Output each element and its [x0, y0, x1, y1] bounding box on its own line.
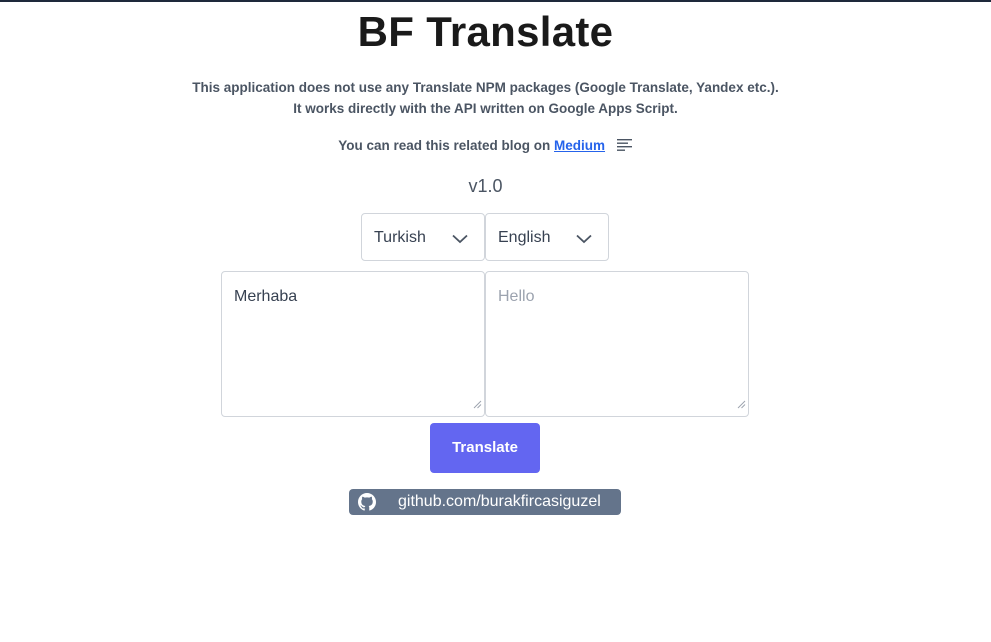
page-title: BF Translate: [357, 8, 614, 55]
source-textarea[interactable]: Merhaba: [221, 271, 485, 417]
description-line-2: It works directly with the API written o…: [293, 101, 678, 116]
chevron-down-icon: [576, 231, 592, 249]
github-link-label: github.com/burakfircasiguzel: [398, 493, 601, 510]
target-language-value: English: [498, 229, 551, 246]
translate-button[interactable]: Translate: [430, 423, 540, 473]
blog-prefix: You can read this related blog on: [338, 138, 551, 153]
resize-handle-icon[interactable]: [737, 396, 746, 414]
target-textarea[interactable]: Hello: [485, 271, 749, 417]
description-line-1: This application does not use any Transl…: [192, 80, 779, 95]
source-text: Merhaba: [234, 288, 298, 305]
github-icon: [358, 493, 376, 516]
chevron-down-icon: [452, 231, 468, 249]
version-label: v1.0: [468, 176, 503, 196]
source-language-select[interactable]: Turkish: [361, 213, 485, 261]
target-placeholder: Hello: [498, 288, 535, 305]
blog-note: You can read this related blog on Medium: [0, 138, 971, 154]
page: BF Translate This application does not u…: [0, 0, 991, 642]
resize-handle-icon[interactable]: [473, 396, 482, 414]
target-language-select[interactable]: English: [485, 213, 609, 261]
source-language-value: Turkish: [374, 229, 426, 246]
medium-link[interactable]: Medium: [554, 138, 605, 153]
menu-lines-icon: [616, 139, 633, 154]
github-link[interactable]: github.com/burakfircasiguzel: [349, 489, 621, 515]
